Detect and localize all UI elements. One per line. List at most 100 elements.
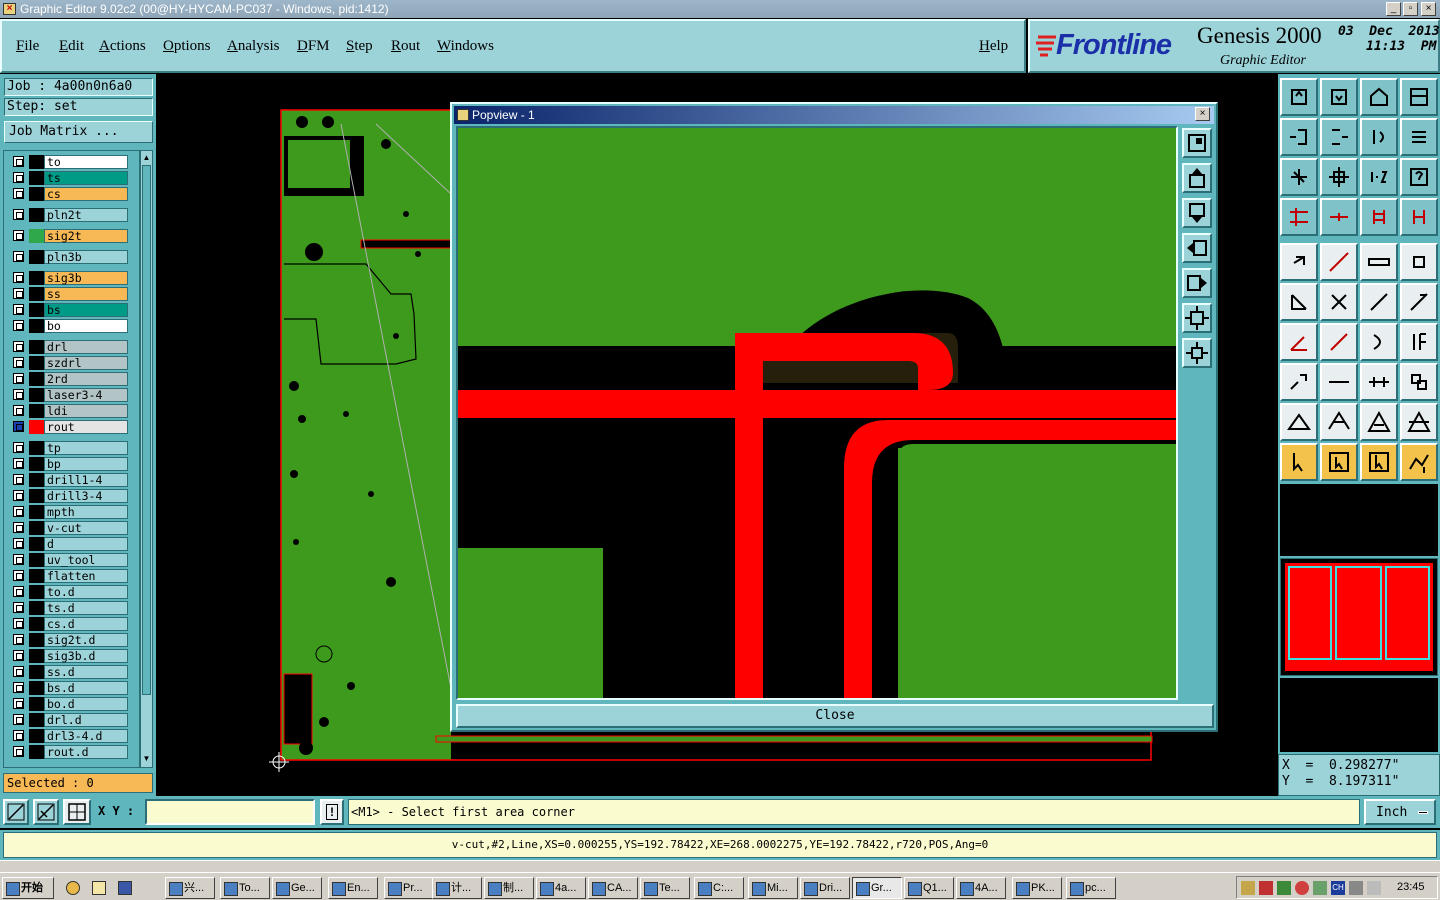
connect-icon[interactable] [1280, 283, 1318, 321]
layer-name[interactable]: bp [44, 457, 128, 471]
edit-icon[interactable] [1280, 198, 1318, 236]
layer-row[interactable]: ts [10, 171, 128, 185]
notepad-icon[interactable] [92, 881, 106, 895]
pointer-box-icon[interactable] [1320, 443, 1358, 481]
layer-name[interactable]: ss [44, 287, 128, 301]
layer-checkbox[interactable] [13, 172, 24, 183]
snap-icon[interactable] [1320, 198, 1358, 236]
minimize-button[interactable]: _ [1386, 2, 1401, 16]
layer-row[interactable]: 2rd [10, 372, 128, 386]
tray-keyboard-icon[interactable] [1349, 881, 1363, 895]
layer-color-swatch[interactable] [29, 250, 44, 264]
taskbar-task[interactable]: Q1... [904, 877, 954, 899]
layer-color-swatch[interactable] [29, 681, 44, 695]
layer-name[interactable]: flatten [44, 569, 128, 583]
zoom-fit-icon[interactable] [1280, 158, 1318, 196]
snap-mode-icon[interactable] [3, 799, 29, 825]
popview-pan-up-icon[interactable] [1182, 163, 1212, 193]
layer-color-swatch[interactable] [29, 171, 44, 185]
start-button[interactable]: 开始 [2, 877, 54, 899]
layer-name[interactable]: bs [44, 303, 128, 317]
layer-checkbox[interactable] [13, 341, 24, 352]
layer-color-swatch[interactable] [29, 601, 44, 615]
layer-row[interactable]: bo [10, 319, 128, 333]
pointer-icon[interactable] [1280, 443, 1318, 481]
taskbar-task[interactable]: 计... [432, 877, 482, 899]
layer-checkbox[interactable] [13, 421, 24, 432]
layer-row[interactable]: sig2t [10, 229, 128, 243]
layer-color-swatch[interactable] [29, 457, 44, 471]
layer-name[interactable]: bo [44, 319, 128, 333]
layer-color-swatch[interactable] [29, 521, 44, 535]
help-icon[interactable] [1400, 158, 1438, 196]
overview-board-drawing[interactable] [1281, 559, 1437, 675]
taskbar-task[interactable]: PK... [1012, 877, 1062, 899]
layer-row[interactable]: ss.d [10, 665, 128, 679]
layer-name[interactable]: 2rd [44, 372, 128, 386]
undo-icon[interactable] [1360, 118, 1398, 156]
triangle2-icon[interactable] [1320, 403, 1358, 441]
shield-icon[interactable] [118, 881, 132, 895]
taskbar-task[interactable]: 4A... [956, 877, 1006, 899]
layer-row[interactable]: to [10, 155, 128, 169]
layer-row[interactable]: mpth [10, 505, 128, 519]
layer-name[interactable]: drl3-4.d [44, 729, 128, 743]
popview-title-bar[interactable]: Popview - 1 × [454, 106, 1214, 124]
layer-checkbox[interactable] [13, 442, 24, 453]
layer-checkbox[interactable] [13, 389, 24, 400]
layer-color-swatch[interactable] [29, 585, 44, 599]
popview-pan-down-icon[interactable] [1182, 198, 1212, 228]
menu-analysis[interactable]: Analysis [227, 38, 280, 55]
grid-toggle-icon[interactable] [63, 799, 91, 825]
layer-checkbox[interactable] [13, 586, 24, 597]
line-icon[interactable] [1360, 283, 1398, 321]
layer-name[interactable]: pln3b [44, 250, 128, 264]
scale-1-2-icon[interactable] [1360, 158, 1398, 196]
layer-color-swatch[interactable] [29, 633, 44, 647]
layer-name[interactable]: pln2t [44, 208, 128, 222]
popview-close-x-button[interactable]: × [1195, 107, 1210, 121]
ruler-icon[interactable] [1360, 243, 1398, 281]
layer-row[interactable]: sig3b [10, 271, 128, 285]
popview-canvas[interactable] [456, 126, 1178, 700]
layer-checkbox[interactable] [13, 188, 24, 199]
layer-name[interactable]: szdrl [44, 356, 128, 370]
taskbar-task[interactable]: pc... [1066, 877, 1116, 899]
layer-color-swatch[interactable] [29, 649, 44, 663]
layer-checkbox[interactable] [13, 288, 24, 299]
pan-left-icon[interactable] [1280, 118, 1318, 156]
layer-row[interactable]: pln3b [10, 250, 128, 264]
layer-color-swatch[interactable] [29, 569, 44, 583]
layer-color-swatch[interactable] [29, 553, 44, 567]
layer-checkbox[interactable] [13, 570, 24, 581]
popview-pan-right-icon[interactable] [1182, 268, 1212, 298]
layer-checkbox[interactable] [13, 357, 24, 368]
layer-checkbox[interactable] [13, 490, 24, 501]
hline-icon[interactable] [1320, 363, 1358, 401]
taskbar-task[interactable]: En... [328, 877, 378, 899]
popview-zoom-drawing[interactable] [458, 128, 1176, 698]
layer-name[interactable]: sig3b [44, 271, 128, 285]
taskbar-task[interactable]: CA... [588, 877, 638, 899]
taskbar-task[interactable]: Te... [640, 877, 690, 899]
layer-name[interactable]: drl.d [44, 713, 128, 727]
layer-checkbox[interactable] [13, 602, 24, 613]
popview-window[interactable]: Popview - 1 × Close [450, 102, 1218, 732]
layer-checkbox[interactable] [13, 554, 24, 565]
layer-checkbox[interactable] [13, 714, 24, 725]
pointer-path-icon[interactable] [1400, 443, 1438, 481]
layer-row[interactable]: drl.d [10, 713, 128, 727]
layer-row[interactable]: ss [10, 287, 128, 301]
layer-checkbox[interactable] [13, 618, 24, 629]
taskbar-task[interactable]: Dri... [800, 877, 850, 899]
zoom-in-icon[interactable] [1320, 158, 1358, 196]
arc-rotate-icon[interactable] [1360, 323, 1398, 361]
menu-help[interactable]: Help [979, 38, 1008, 55]
overview-map[interactable] [1280, 558, 1438, 676]
layer-checkbox[interactable] [13, 230, 24, 241]
triangle3-icon[interactable] [1360, 403, 1398, 441]
layer-checkbox[interactable] [13, 251, 24, 262]
layer-color-swatch[interactable] [29, 340, 44, 354]
layer-color-swatch[interactable] [29, 271, 44, 285]
window-icon[interactable] [1400, 78, 1438, 116]
